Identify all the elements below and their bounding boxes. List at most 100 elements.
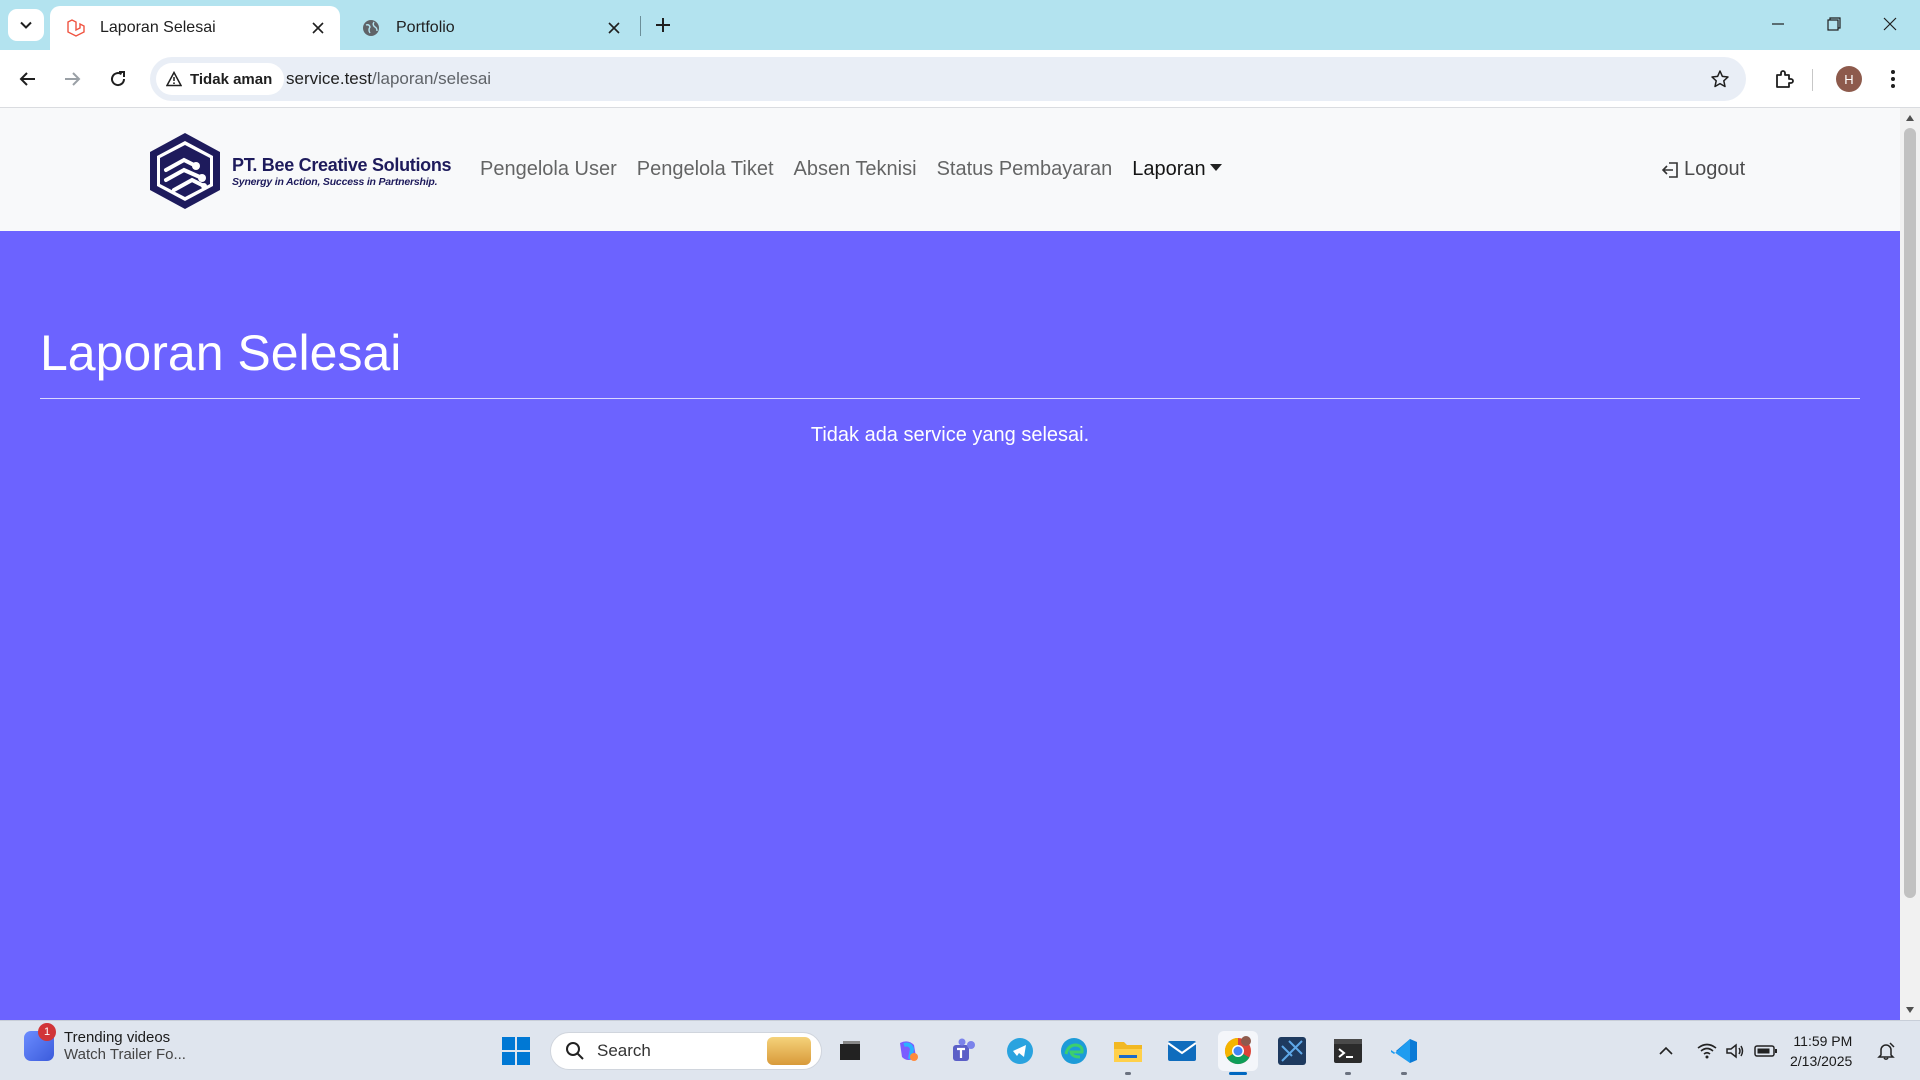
mail-button[interactable]	[1162, 1031, 1202, 1071]
notification-center-button[interactable]	[1872, 1035, 1900, 1067]
dev-app-icon	[1278, 1037, 1306, 1065]
edge-icon	[1061, 1038, 1087, 1064]
nav-pengelola-tiket[interactable]: Pengelola Tiket	[627, 158, 784, 181]
restore-icon	[1827, 17, 1841, 31]
empty-state-message: Tidak ada service yang selesai.	[810, 424, 1090, 446]
forward-button[interactable]	[54, 61, 90, 97]
taskbar-search[interactable]: Search	[550, 1032, 822, 1070]
windows-logo-icon	[502, 1037, 530, 1065]
running-indicator	[1401, 1072, 1407, 1075]
brand-name: PT. Bee Creative Solutions	[232, 154, 452, 175]
puzzle-icon	[1776, 70, 1794, 88]
search-highlight-icon	[767, 1037, 811, 1065]
search-icon	[565, 1041, 585, 1061]
minimize-button[interactable]	[1750, 0, 1806, 48]
reload-button[interactable]	[100, 61, 136, 97]
close-icon[interactable]	[304, 14, 332, 42]
logout-link[interactable]: Logout	[1660, 158, 1745, 181]
address-bar[interactable]: Tidak aman service.test/laporan/selesai	[150, 57, 1746, 101]
show-hidden-icons-button[interactable]	[1654, 1035, 1678, 1067]
nav-pengelola-user[interactable]: Pengelola User	[470, 158, 627, 181]
running-indicator	[1125, 1072, 1131, 1075]
url-host: service.test	[286, 69, 372, 88]
browser-toolbar: Tidak aman service.test/laporan/selesai …	[0, 50, 1920, 108]
tab-separator	[640, 16, 641, 36]
copilot-button[interactable]	[888, 1031, 928, 1071]
battery-status[interactable]	[1752, 1035, 1780, 1067]
running-indicator	[1345, 1072, 1351, 1075]
clock-time: 11:59 PM	[1793, 1033, 1853, 1049]
nav-laporan-dropdown[interactable]: Laporan	[1122, 158, 1231, 181]
mail-icon	[1167, 1041, 1197, 1061]
arrow-left-icon	[19, 72, 35, 86]
close-window-button[interactable]	[1862, 0, 1918, 48]
restore-button[interactable]	[1806, 0, 1862, 48]
site-navbar: PT. Bee Creative Solutions Synergy in Ac…	[0, 108, 1900, 231]
widget-text: Trending videos Watch Trailer Fo...	[64, 1029, 186, 1063]
terminal-icon	[1334, 1039, 1362, 1063]
security-label: Tidak aman	[190, 70, 273, 88]
nav-status-pembayaran[interactable]: Status Pembayaran	[927, 158, 1123, 181]
security-chip[interactable]: Tidak aman	[156, 63, 285, 95]
browser-menu-button[interactable]	[1878, 61, 1908, 97]
brand-logo[interactable]: PT. Bee Creative Solutions Synergy in Ac…	[144, 130, 452, 212]
copilot-icon	[900, 1041, 918, 1061]
vscode-icon	[1391, 1039, 1417, 1063]
chrome-button[interactable]	[1218, 1031, 1258, 1075]
profile-avatar[interactable]: H	[1836, 66, 1862, 92]
laravel-icon	[64, 17, 86, 39]
search-placeholder: Search	[597, 1041, 651, 1060]
windows-taskbar: 1 Trending videos Watch Trailer Fo... Se…	[0, 1020, 1920, 1080]
reload-icon	[111, 71, 126, 87]
minimize-icon	[1772, 23, 1784, 25]
folder-icon	[1114, 1042, 1142, 1062]
tab-portfolio[interactable]: Portfolio	[346, 6, 636, 50]
more-vert-icon	[1891, 70, 1895, 88]
volume-status[interactable]	[1722, 1035, 1748, 1067]
nav-absen-teknisi[interactable]: Absen Teknisi	[784, 158, 927, 181]
teams-button[interactable]	[944, 1031, 984, 1071]
tab-title: Laporan Selesai	[100, 19, 216, 36]
new-tab-button[interactable]	[648, 10, 678, 40]
page-title: Laporan Selesai	[40, 325, 402, 381]
notification-badge: 1	[38, 1023, 56, 1041]
globe-icon	[360, 17, 382, 39]
widget-subtitle: Watch Trailer Fo...	[64, 1046, 186, 1063]
back-button[interactable]	[10, 61, 46, 97]
url-text[interactable]: service.test/laporan/selesai	[286, 69, 491, 89]
terminal-app-button[interactable]	[1272, 1031, 1312, 1071]
battery-icon	[1754, 1045, 1777, 1057]
task-view-icon	[840, 1041, 860, 1060]
scroll-up-arrow-icon[interactable]	[1904, 112, 1916, 124]
chevron-down-icon	[20, 21, 32, 29]
clock-date: 2/13/2025	[1790, 1053, 1853, 1069]
edge-button[interactable]	[1054, 1031, 1094, 1071]
vscode-button[interactable]	[1384, 1031, 1424, 1075]
scroll-thumb[interactable]	[1904, 128, 1916, 898]
tab-search-button[interactable]	[8, 9, 44, 41]
brand-text: PT. Bee Creative Solutions Synergy in Ac…	[232, 154, 452, 188]
scroll-down-arrow-icon[interactable]	[1904, 1004, 1916, 1016]
wifi-icon	[1697, 1043, 1717, 1059]
active-indicator	[1229, 1072, 1247, 1075]
teams-icon	[953, 1038, 975, 1061]
wifi-status[interactable]	[1694, 1035, 1720, 1067]
chevron-up-icon	[1659, 1046, 1673, 1055]
page-scrollbar[interactable]	[1900, 108, 1920, 1020]
widgets-button[interactable]: 1 Trending videos Watch Trailer Fo...	[24, 1023, 186, 1063]
taskbar-clock[interactable]: 11:59 PM 2/13/2025	[1790, 1031, 1852, 1071]
video-widget-icon: 1	[24, 1023, 56, 1061]
task-view-button[interactable]	[830, 1031, 870, 1071]
file-explorer-button[interactable]	[1108, 1031, 1148, 1075]
close-icon	[1883, 17, 1897, 31]
telegram-icon	[1007, 1038, 1033, 1064]
extensions-button[interactable]	[1766, 61, 1802, 97]
hexagon-logo-icon	[150, 133, 220, 209]
command-prompt-button[interactable]	[1328, 1031, 1368, 1075]
bookmark-star-button[interactable]	[1708, 67, 1732, 91]
telegram-button[interactable]	[1000, 1031, 1040, 1071]
tab-laporan-selesai[interactable]: Laporan Selesai	[50, 6, 340, 50]
close-icon[interactable]	[600, 14, 628, 42]
start-button[interactable]	[496, 1031, 536, 1071]
warning-icon	[166, 71, 182, 87]
